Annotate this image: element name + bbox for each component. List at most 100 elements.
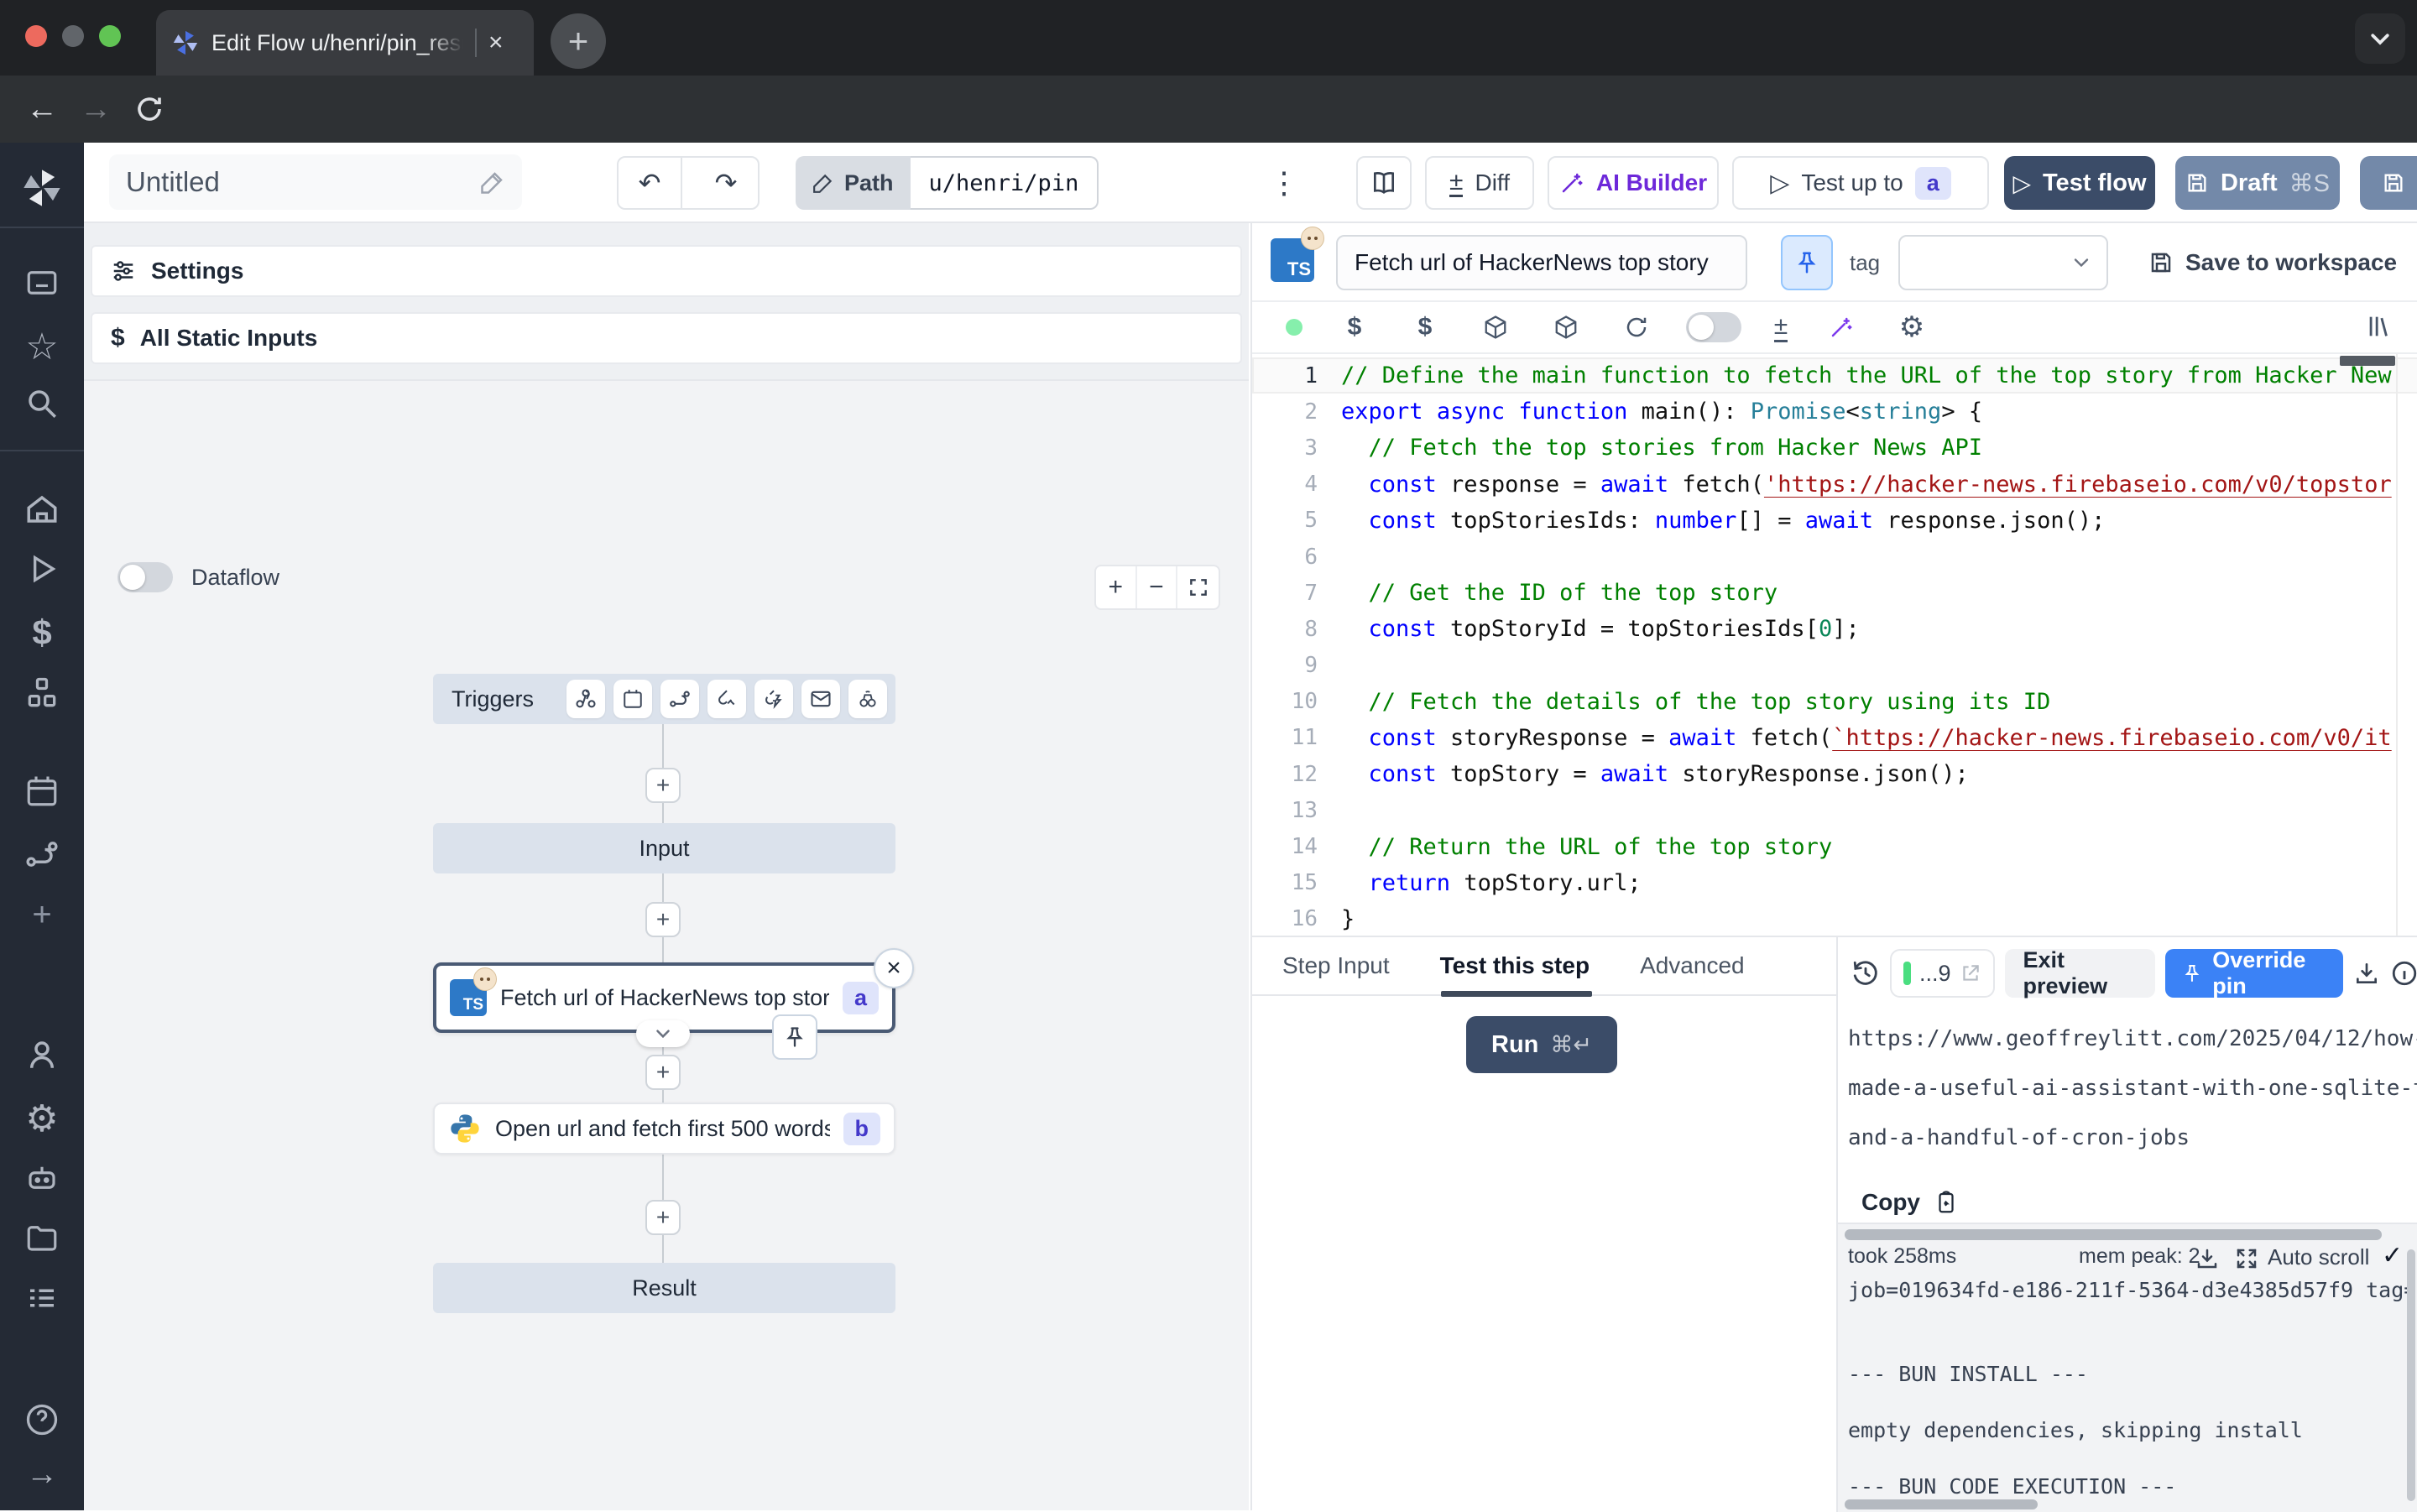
add-plus-icon[interactable]: + (0, 896, 84, 934)
input-node[interactable]: Input (433, 823, 895, 873)
zoom-out-button[interactable]: − (1137, 566, 1178, 608)
auto-scroll-checkmark-icon[interactable]: ✓ (2382, 1241, 2403, 1270)
step-title-input[interactable]: Fetch url of HackerNews top story (1336, 235, 1747, 290)
add-step-button[interactable]: + (645, 902, 681, 937)
copy-result-button[interactable]: Copy (1861, 1189, 1959, 1216)
tag-select[interactable] (1898, 235, 2108, 290)
favorites-star-icon[interactable]: ☆ (0, 326, 84, 368)
step-b-node[interactable]: Open url and fetch first 500 words of ..… (433, 1103, 895, 1155)
folders-icon[interactable] (0, 1220, 84, 1255)
log-vertical-scrollbar[interactable] (2407, 1249, 2415, 1501)
traffic-minimize-button[interactable] (62, 25, 84, 47)
code-line[interactable]: 16} (1252, 901, 2417, 936)
routes-icon[interactable] (0, 836, 84, 873)
code-line[interactable]: 7 // Get the ID of the top story (1252, 575, 2417, 611)
remove-step-button[interactable]: × (874, 948, 914, 988)
code-line[interactable]: 15 return topStory.url; (1252, 865, 2417, 901)
add-step-button[interactable]: + (645, 768, 681, 803)
tab-search-button[interactable] (2355, 13, 2405, 64)
ai-assistant-wand-icon[interactable] (1806, 315, 1877, 340)
expand-logs-icon[interactable] (2234, 1246, 2259, 1271)
test-flow-button[interactable]: ▷ Test flow (2004, 156, 2155, 210)
websocket-trigger-icon[interactable] (707, 680, 746, 718)
help-icon[interactable] (0, 1401, 84, 1438)
audit-logs-icon[interactable] (0, 1280, 84, 1316)
resources-cubes-icon[interactable] (0, 675, 84, 712)
code-line[interactable]: 3 // Fetch the top stories from Hacker N… (1252, 430, 2417, 466)
package-icon[interactable] (1531, 315, 1601, 340)
auto-scroll-label[interactable]: Auto scroll (2268, 1244, 2369, 1270)
history-icon[interactable] (1851, 959, 1880, 988)
diff-mode-toggle[interactable] (1672, 312, 1756, 342)
result-node[interactable]: Result (433, 1263, 895, 1313)
tab-close-icon[interactable]: × (488, 29, 504, 57)
log-horizontal-scrollbar[interactable] (1845, 1229, 2382, 1240)
dataflow-toggle[interactable] (117, 562, 173, 592)
all-static-inputs-row[interactable]: $ All Static Inputs (91, 312, 1242, 364)
log-output[interactable]: job=019634fd-e186-211f-5364-d3e4385d57f9… (1848, 1276, 2410, 1500)
docs-book-button[interactable] (1356, 156, 1412, 210)
tab-test-this-step[interactable]: Test this step (1440, 936, 1590, 995)
workers-icon[interactable] (0, 1160, 84, 1195)
forward-icon[interactable]: → (69, 91, 123, 128)
users-icon[interactable] (0, 1037, 84, 1072)
fit-view-button[interactable] (1177, 566, 1219, 608)
edit-title-pencil-icon[interactable] (480, 169, 505, 195)
external-link-icon[interactable] (1960, 962, 1981, 984)
polling-trigger-icon[interactable] (848, 680, 887, 718)
resources-dollar-icon[interactable]: $ (1390, 313, 1460, 342)
kafka-trigger-icon[interactable] (754, 680, 793, 718)
code-line[interactable]: 13 (1252, 792, 2417, 828)
code-line[interactable]: 4 const response = await fetch('https://… (1252, 467, 2417, 503)
flow-graph-canvas[interactable]: Dataflow + − Triggers + Input (84, 379, 1249, 1510)
home-icon[interactable] (0, 492, 84, 527)
deploy-button[interactable]: Deploy (2360, 156, 2417, 210)
email-trigger-icon[interactable] (801, 680, 840, 718)
browser-tab[interactable]: Edit Flow u/henri/pin_results × (156, 10, 534, 76)
reload-icon[interactable] (123, 94, 176, 124)
log-horizontal-scrollbar[interactable] (1845, 1499, 2038, 1509)
apps-panel-icon[interactable] (0, 265, 84, 300)
test-up-to-button[interactable]: ▷ Test up to a (1732, 156, 1989, 210)
run-history-pill[interactable]: ...9 (1890, 949, 1995, 998)
schedule-trigger-icon[interactable] (613, 680, 652, 718)
code-line[interactable]: 2export async function main(): Promise<s… (1252, 394, 2417, 430)
new-tab-button[interactable]: + (551, 13, 606, 69)
collapse-step-chevron[interactable] (636, 1020, 690, 1047)
reload-icon[interactable] (1601, 315, 1672, 340)
download-logs-icon[interactable] (2195, 1246, 2220, 1271)
save-draft-button[interactable]: Draft ⌘S (2175, 156, 2340, 210)
webhook-trigger-icon[interactable] (566, 680, 605, 718)
redo-button[interactable]: ↷ (694, 158, 758, 208)
code-line[interactable]: 6 (1252, 539, 2417, 575)
code-editor[interactable]: 1// Define the main function to fetch th… (1252, 354, 2417, 936)
run-button[interactable]: Run ⌘↵ (1466, 1016, 1617, 1073)
back-icon[interactable]: ← (15, 91, 69, 128)
ai-builder-button[interactable]: AI Builder (1548, 156, 1719, 210)
info-icon[interactable] (2390, 959, 2417, 988)
path-button[interactable]: Path u/henri/pin (796, 156, 1099, 210)
code-line[interactable]: 14 // Return the URL of the top story (1252, 828, 2417, 864)
tab-advanced[interactable]: Advanced (1640, 936, 1745, 995)
flow-title-box[interactable]: Untitled (109, 154, 522, 210)
triggers-node[interactable]: Triggers (433, 674, 895, 724)
save-to-workspace-button[interactable]: Save to workspace (2148, 235, 2397, 290)
download-result-icon[interactable] (2353, 960, 2380, 987)
add-step-button[interactable]: + (645, 1055, 681, 1090)
flow-settings-row[interactable]: Settings (91, 245, 1242, 297)
code-line[interactable]: 9 (1252, 648, 2417, 684)
code-line[interactable]: 12 const topStory = await storyResponse.… (1252, 756, 2417, 792)
settings-gear-icon[interactable]: ⚙ (0, 1098, 84, 1140)
editor-settings-gear-icon[interactable]: ⚙ (1877, 310, 1947, 344)
code-line[interactable]: 10 // Fetch the details of the top story… (1252, 684, 2417, 720)
library-icon[interactable] (2365, 312, 2394, 341)
override-pin-button[interactable]: Override pin (2165, 949, 2343, 998)
traffic-zoom-button[interactable] (99, 25, 121, 47)
editor-scrollbar[interactable] (2340, 356, 2395, 366)
diff-button[interactable]: ± Diff (1425, 156, 1534, 210)
pin-toggle-button[interactable] (1781, 235, 1833, 290)
schedules-calendar-icon[interactable] (0, 774, 84, 809)
code-line[interactable]: 1// Define the main function to fetch th… (1252, 357, 2417, 394)
tab-step-input[interactable]: Step Input (1282, 936, 1390, 995)
variables-dollar-icon[interactable]: $ (0, 613, 84, 653)
